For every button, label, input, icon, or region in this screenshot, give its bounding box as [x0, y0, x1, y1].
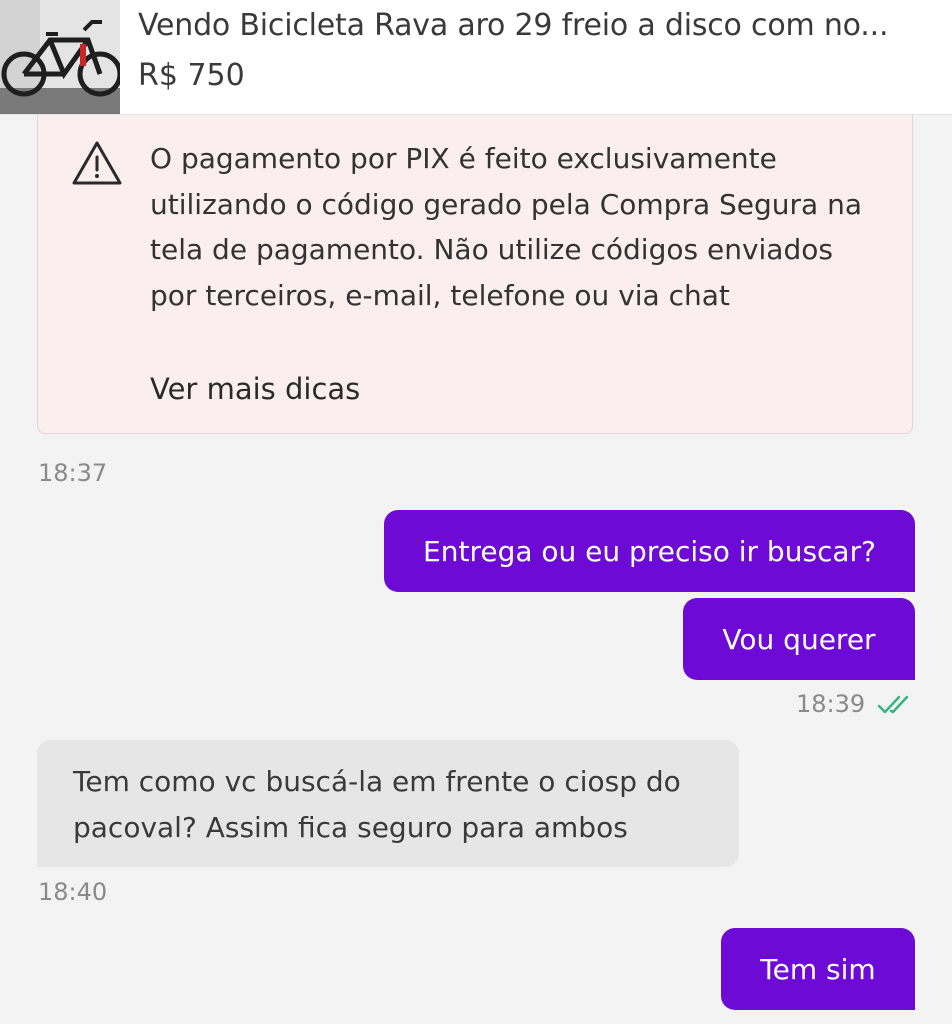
listing-title[interactable]: Vendo Bicicleta Rava aro 29 freio a disc… [138, 8, 889, 43]
pix-warning-card: O pagamento por PIX é feito exclusivamen… [37, 110, 913, 434]
bicycle-photo [0, 0, 120, 114]
pix-warning-text: O pagamento por PIX é feito exclusivamen… [150, 142, 862, 312]
message-timestamp: 18:40 [38, 878, 108, 906]
double-check-icon [877, 695, 909, 714]
listing-header[interactable]: Vendo Bicicleta Rava aro 29 freio a disc… [0, 0, 952, 115]
message-timestamp: 18:39 [796, 690, 866, 718]
listing-price: R$ 750 [138, 58, 245, 93]
message-timestamp: 18:37 [38, 459, 108, 487]
listing-thumbnail[interactable] [0, 0, 120, 114]
warning-triangle-icon [72, 141, 122, 185]
sent-message[interactable]: Entrega ou eu preciso ir buscar? [384, 510, 915, 592]
received-message[interactable]: Tem como vc buscá-la em frente o ciosp d… [37, 740, 739, 867]
sent-message[interactable]: Vou querer [683, 598, 915, 680]
more-tips-link[interactable]: Ver mais dicas [150, 372, 360, 406]
sent-message[interactable]: Tem sim [721, 928, 915, 1010]
